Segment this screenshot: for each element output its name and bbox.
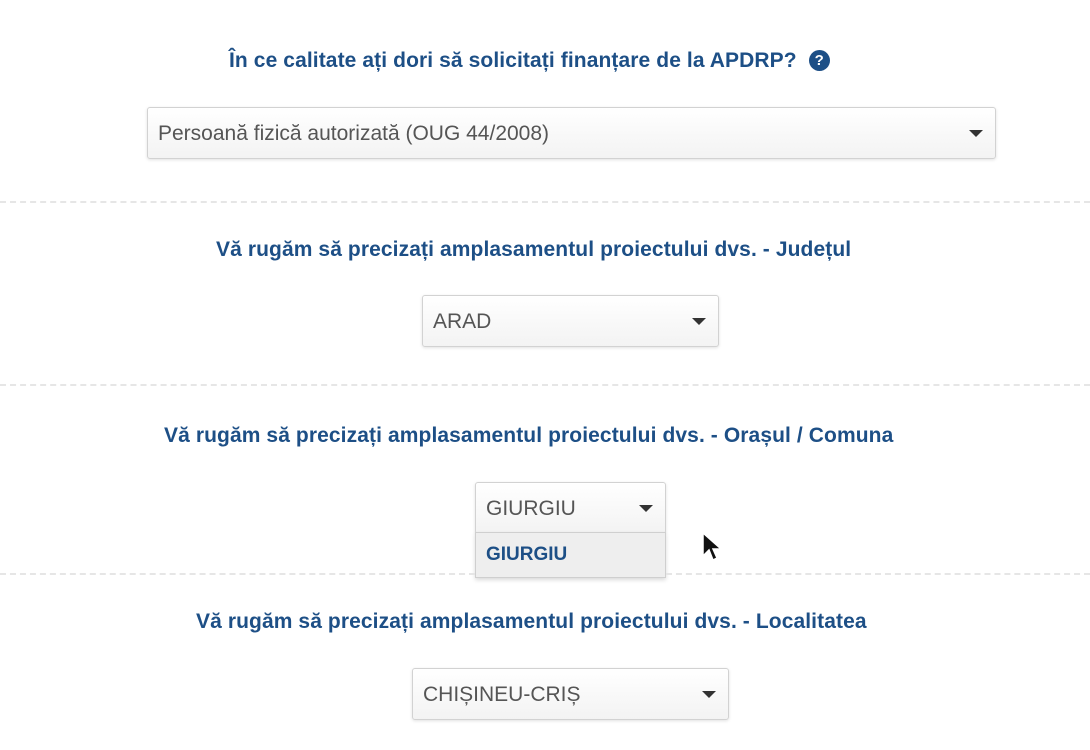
applicant-type-select[interactable]: Persoană fizică autorizată (OUG 44/2008) — [147, 107, 996, 159]
question-county-label: Vă rugăm să precizați amplasamentul proi… — [216, 238, 852, 261]
chevron-down-icon — [702, 691, 716, 698]
chevron-down-icon — [692, 318, 706, 325]
question-city-label: Vă rugăm să precizați amplasamentul proi… — [164, 424, 894, 447]
chevron-down-icon — [969, 130, 983, 137]
applicant-type-selected-value: Persoană fizică autorizată (OUG 44/2008) — [158, 122, 550, 145]
section-divider — [0, 384, 1090, 386]
mouse-pointer-icon — [702, 532, 723, 562]
city-select[interactable]: GIURGIU — [475, 482, 666, 534]
city-dropdown-list: GIURGIU — [475, 532, 666, 578]
city-selected-value: GIURGIU — [486, 497, 576, 520]
section-divider — [0, 201, 1090, 203]
question-locality-label: Vă rugăm să precizați amplasamentul proi… — [196, 610, 867, 633]
locality-selected-value: CHIȘINEU-CRIȘ — [423, 683, 581, 706]
section-divider — [666, 573, 1090, 575]
county-selected-value: ARAD — [433, 310, 492, 333]
county-select[interactable]: ARAD — [422, 295, 719, 347]
chevron-down-icon — [639, 505, 653, 512]
city-option[interactable]: GIURGIU — [476, 533, 665, 577]
section-divider — [0, 573, 475, 575]
locality-select[interactable]: CHIȘINEU-CRIȘ — [412, 668, 729, 720]
help-icon[interactable]: ? — [808, 50, 830, 71]
form-page: În ce calitate ați dori să solicitați fi… — [0, 0, 1090, 750]
question-applicant-type-text: În ce calitate ați dori să solicitați fi… — [229, 49, 797, 72]
question-applicant-type-label: În ce calitate ați dori să solicitați fi… — [229, 49, 830, 73]
